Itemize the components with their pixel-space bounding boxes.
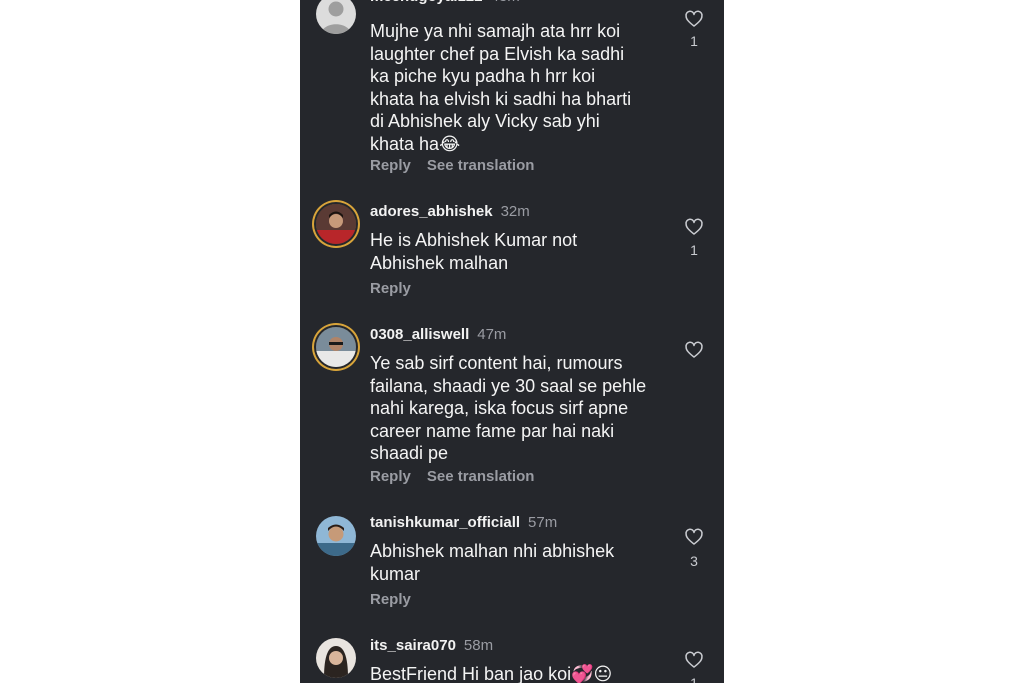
comment-text: Ye sab sirf content hai, rumours failana… (370, 353, 647, 463)
avatar[interactable] (316, 327, 356, 367)
comment-header: tanishkumar_officiall 57m (370, 514, 557, 532)
user-photo-avatar (316, 204, 356, 244)
like-count: 1 (690, 675, 698, 683)
comment-username[interactable]: tanishkumar_officiall (370, 514, 520, 531)
comment-header: its_saira070 58m (370, 637, 493, 655)
comment-text: Mujhe ya nhi samajh ata hrr koi laughter… (370, 20, 670, 155)
comment-username[interactable]: 0308_alliswell (370, 326, 469, 343)
comment-header: adores_abhishek 32m (370, 203, 530, 221)
comment-header: meenugoyal122 43m (370, 0, 520, 6)
heart-outline-icon[interactable] (684, 650, 704, 670)
reply-button[interactable]: Reply (370, 468, 411, 485)
comment-time: 43m (491, 0, 520, 5)
comment-username[interactable]: meenugoyal122 (370, 0, 483, 5)
comment-text: Abhishek malhan nhi abhishek kumar (370, 541, 615, 584)
heart-outline-icon[interactable] (684, 527, 704, 547)
user-photo-avatar (316, 516, 356, 556)
comment-username[interactable]: its_saira070 (370, 637, 456, 654)
comment-time: 57m (528, 514, 558, 531)
comment-username[interactable]: adores_abhishek (370, 203, 493, 220)
user-photo-avatar (316, 327, 356, 367)
like-count: 1 (690, 242, 698, 258)
like-count: 3 (690, 553, 698, 569)
emoji: 💞😐 (571, 664, 613, 683)
heart-outline-icon[interactable] (684, 217, 704, 237)
emoji: 😂 (439, 133, 461, 154)
avatar[interactable] (316, 516, 356, 556)
avatar[interactable] (316, 638, 356, 678)
comment-text-body: BestFriend Hi ban jao koi (370, 664, 572, 683)
comment-header: 0308_alliswell 47m (370, 326, 506, 344)
comment-text: BestFriend Hi ban jao koi💞😐 (370, 663, 670, 683)
reply-button[interactable]: Reply (370, 157, 411, 174)
avatar[interactable] (316, 204, 356, 244)
comment-time: 32m (500, 203, 530, 220)
see-translation-button[interactable]: See translation (427, 157, 535, 174)
heart-outline-icon[interactable] (684, 340, 704, 360)
comment-text: He is Abhishek Kumar not Abhishek malhan (370, 230, 578, 273)
comment-actions: Reply See translation (370, 157, 534, 174)
comment-time: 47m (477, 326, 507, 343)
comment-actions: Reply (370, 280, 411, 297)
see-translation-button[interactable]: See translation (427, 468, 535, 485)
comments-sheet: meenugoyal122 43m Mujhe ya nhi samajh ata… (300, 0, 724, 683)
default-avatar-icon (316, 0, 356, 34)
like-count: 1 (690, 33, 698, 49)
reply-button[interactable]: Reply (370, 280, 411, 297)
user-photo-avatar (316, 638, 356, 678)
comment-actions: Reply (370, 591, 411, 608)
comment-text-body: Mujhe ya nhi samajh ata hrr koi laughter… (370, 21, 632, 154)
avatar[interactable] (316, 0, 356, 34)
heart-outline-icon[interactable] (684, 9, 704, 29)
comment-time: 58m (463, 637, 494, 654)
comment-actions: Reply See translation (370, 468, 534, 485)
reply-button[interactable]: Reply (370, 591, 411, 608)
